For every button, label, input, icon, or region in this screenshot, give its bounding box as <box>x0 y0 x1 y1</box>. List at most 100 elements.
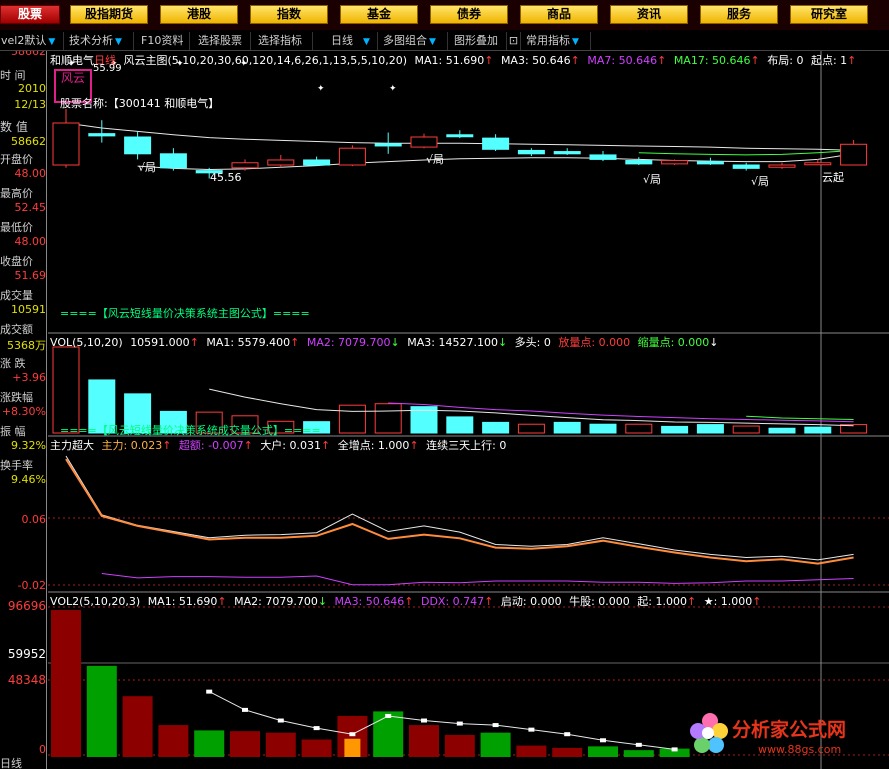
dahu-line <box>65 455 854 561</box>
low-value: 48.00 <box>14 235 47 248</box>
nav-button-2[interactable]: 港股 <box>160 5 238 24</box>
candle-body <box>625 160 653 165</box>
nav-button-4[interactable]: 基金 <box>340 5 418 24</box>
vol2-scale-max: 96696 <box>7 599 46 613</box>
candle-body <box>517 149 545 155</box>
vol2-bar <box>301 739 332 757</box>
vol2-dot <box>242 707 248 712</box>
select-indicator-button[interactable]: 选择指标 <box>255 32 313 50</box>
candle-body <box>231 162 259 169</box>
vol2-bar <box>480 732 511 757</box>
up-arrow-icon: ↑ <box>404 595 414 608</box>
nav-button-6[interactable]: 商品 <box>520 5 598 24</box>
ind-name: 主力超大 <box>50 439 94 452</box>
period-label: 日线 <box>331 34 353 47</box>
chart-area[interactable]: ✦ ✦ ✦ ✦ ✦ ✦ 和顺电气日线 风云主图(5,10,20,30,60,120,14,… <box>48 51 889 769</box>
volume-bar <box>446 416 474 434</box>
nav-button-9[interactable]: 研究室 <box>790 5 868 24</box>
volume-bar <box>696 424 724 434</box>
f10-button[interactable]: F10资料 <box>138 32 190 50</box>
chaoe-line <box>101 573 854 586</box>
ind-scale-high: 0.06 <box>21 513 47 526</box>
volume-bar <box>374 403 402 434</box>
vol2-dot <box>456 721 463 726</box>
vol2-bar <box>265 732 296 757</box>
vol2-dot <box>421 718 427 723</box>
vol2-bar <box>373 711 404 757</box>
qi-readout: 起: 1.000 <box>637 595 687 608</box>
ma1-readout: MA1: 51.690 <box>414 54 485 67</box>
vol2-dot <box>600 738 606 743</box>
watermark-text: 分析家公式网 <box>732 719 847 741</box>
vol2-bar <box>409 725 439 757</box>
candle-body <box>553 151 581 155</box>
vol2-dot <box>313 726 320 731</box>
candle-body <box>267 159 295 166</box>
vol2-bar <box>86 665 117 757</box>
amplitude-label: 振 幅 <box>0 425 26 438</box>
period-select[interactable]: 日线 ▼ <box>316 32 378 50</box>
turnover-label: 换手率 <box>0 459 33 472</box>
ma3-readout: MA3: 50.646 <box>500 54 571 67</box>
suoliang-readout: 缩量点: 0.000 <box>637 336 710 349</box>
nav-button-5[interactable]: 债券 <box>430 5 508 24</box>
vol-ma2-readout: MA2: 7079.700 <box>306 336 391 349</box>
indicator-params: (5,10,20,30,60,120,14,6,26,1,13,5,5,10,2… <box>167 54 408 67</box>
vol2-dot <box>349 732 356 737</box>
toolbar: vel2默认 ▼ 技术分析 ▼ F10资料 选择股票 选择指标 日线 ▼ 多图组合 ▼ … <box>0 31 889 51</box>
open-label: 开盘价 <box>0 153 33 166</box>
vol-ma3-readout: MA3: 14527.100 <box>407 336 498 349</box>
candle-body <box>159 153 187 169</box>
qidian-readout: 起点: 1 <box>810 54 848 67</box>
vol2-dot <box>564 732 571 737</box>
vol2-ma3-readout: MA3: 50.646 <box>334 595 405 608</box>
chevron-down-icon: ▼ <box>572 37 579 47</box>
quanzeng-readout: 全增点: 1.000 <box>337 439 410 452</box>
tech-analysis-menu[interactable]: 技术分析 ▼ <box>66 32 134 50</box>
volume-value: 10591 <box>11 303 46 316</box>
chaoe-readout: 超额: -0.007 <box>178 439 244 452</box>
select-stock-button[interactable]: 选择股票 <box>195 32 251 50</box>
change-value: +3.96 <box>12 371 46 384</box>
multi-chart-menu[interactable]: 多图组合 ▼ <box>380 32 448 50</box>
nav-button-1[interactable]: 股指期货 <box>70 5 148 24</box>
vol2-dot <box>671 747 678 752</box>
volume-label: 成交量 <box>0 289 33 302</box>
candle-body <box>303 159 331 166</box>
vol2-dot <box>492 723 499 728</box>
change-pct-label: 涨跌幅 <box>0 391 33 404</box>
overlay-button[interactable]: 图形叠加 <box>451 32 507 50</box>
nav-button-8[interactable]: 服务 <box>700 5 778 24</box>
nav-button-0[interactable]: 股票 <box>0 5 60 24</box>
ju-marker-4: √局 <box>751 175 770 188</box>
up-arrow-icon: ↑ <box>484 595 494 608</box>
vol-title: VOL(5,10,20) 10591.000↑ MA1: 5579.400↑ M… <box>50 334 723 350</box>
up-arrow-icon: ↑ <box>570 54 580 67</box>
ind-scale-low: -0.02 <box>17 579 46 592</box>
volume-bar <box>338 404 366 434</box>
duotou-readout: 多头: 0 <box>514 336 551 349</box>
nav-button-7[interactable]: 资讯 <box>610 5 688 24</box>
vol2-bar <box>516 745 547 757</box>
down-arrow-icon: ↓ <box>317 595 328 608</box>
chart-canvas: ✦ ✦ ✦ ✦✦ ✦ <box>48 51 889 769</box>
ju-marker-1: √局 <box>138 161 157 174</box>
vol-name: VOL(5,10,20) <box>50 336 123 349</box>
candle-body <box>374 143 402 147</box>
candle-body <box>410 136 438 148</box>
template-select[interactable]: vel2默认 ▼ <box>0 32 64 50</box>
vol2-dot <box>635 742 642 747</box>
common-indicator-label: 常用指标 <box>526 34 570 47</box>
stock-name-label: 股票名称:【300141 和顺电气】 <box>60 97 220 110</box>
common-indicator-menu[interactable]: 常用指标 ▼ <box>523 32 591 50</box>
lock-icon[interactable]: ⊡ <box>507 32 521 50</box>
date-day: 12/13 <box>14 98 46 111</box>
ma7-readout: MA7: 50.646 <box>587 54 658 67</box>
vol2-name: VOL2(5,10,20,3) <box>50 595 141 608</box>
volume-bar <box>625 423 653 434</box>
lianxu-readout: 连续三天上行: 0 <box>426 439 507 452</box>
high-value: 52.45 <box>14 201 47 214</box>
change-label: 涨 跌 <box>0 357 26 370</box>
nav-button-3[interactable]: 指数 <box>250 5 328 24</box>
niugu-readout: 牛股: 0.000 <box>569 595 630 608</box>
